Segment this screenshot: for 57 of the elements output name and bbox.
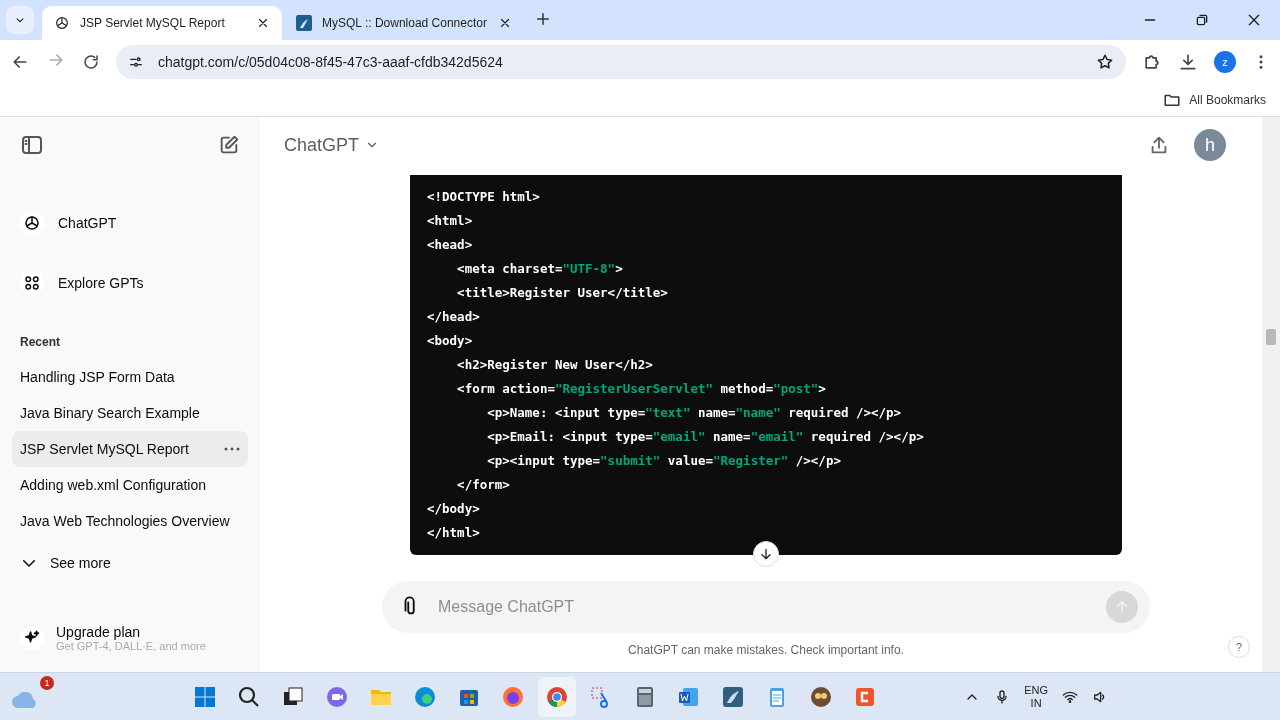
new-tab-icon[interactable] (534, 10, 552, 28)
close-icon[interactable] (498, 16, 512, 30)
message-field[interactable]: Message ChatGPT (436, 597, 1092, 617)
chat-history-item[interactable]: Handling JSP Form Data (12, 359, 248, 395)
code-line: <!DOCTYPE html> (427, 188, 541, 206)
download-icon[interactable] (1178, 52, 1198, 72)
close-icon[interactable] (256, 16, 270, 30)
code-line: </form> (456, 476, 511, 494)
star-icon[interactable] (1096, 53, 1114, 71)
chat-history-item[interactable]: Java Web Technologies Overview (12, 503, 248, 539)
chat-history-item[interactable]: Adding web.xml Configuration (12, 467, 248, 503)
section-heading: Recent (19, 334, 61, 351)
code-line: <head> (427, 236, 474, 254)
model-selector[interactable]: ChatGPT (284, 134, 380, 156)
browser-tab[interactable]: MySQL :: Download Connector (284, 6, 524, 40)
code-line: <body> (427, 332, 474, 350)
scroll-down-button[interactable] (753, 541, 779, 567)
new-chat-icon[interactable] (218, 134, 240, 156)
bookmarks-link[interactable]: All Bookmarks (1189, 93, 1266, 107)
code-line: <p><input type="submit" value="Register" /></p> (486, 452, 842, 470)
arrow-down-icon (758, 546, 774, 562)
more-icon[interactable] (224, 447, 240, 451)
code-line: </head> (427, 308, 481, 326)
disclaimer-text: ChatGPT can make mistakes. Check important info. (628, 643, 904, 657)
grid-icon (23, 274, 41, 292)
puzzle-icon[interactable] (1142, 52, 1162, 72)
chrome-icon (545, 684, 569, 709)
sidebar-toggle-icon[interactable] (20, 133, 44, 157)
sidebar-link[interactable]: Explore GPTs (58, 275, 144, 291)
windows-icon (193, 684, 217, 709)
code-line: </html> (427, 524, 481, 542)
address-bar[interactable]: chatgpt.com/c/05d04c08-8f45-47c3-aaaf-cfdb342d5624 (116, 45, 1126, 79)
code-line: <p>Email: <input type="email" name="email" required /></p> (486, 428, 925, 446)
upgrade-subtitle: Get GPT-4, DALL·E, and more (56, 640, 206, 652)
chat-history-item[interactable]: Java Binary Search Example (12, 395, 248, 431)
notification-badge: 1 (40, 675, 54, 690)
reload-icon[interactable] (82, 53, 100, 71)
code-line: <form action="RegisterUserServlet" method="post"> (456, 380, 827, 398)
sidebar-link[interactable]: ChatGPT (58, 215, 117, 231)
see-more-link[interactable]: See more (50, 555, 111, 571)
close-icon[interactable] (1246, 12, 1262, 28)
message-box[interactable]: Message ChatGPT (382, 581, 1150, 633)
code-line: <p>Name: <input type="text" name="name" required /></p> (486, 404, 903, 422)
profile-avatar[interactable]: z (1214, 51, 1236, 73)
code-line: <html> (427, 212, 474, 230)
search-icon (237, 684, 261, 709)
language-indicator[interactable]: ENG IN (1024, 683, 1048, 710)
scrollbar[interactable] (1262, 117, 1280, 672)
upgrade-title[interactable]: Upgrade plan (56, 624, 206, 640)
chat-history-item[interactable]: JSP Servlet MySQL Report (12, 431, 248, 467)
browser-tab[interactable]: JSP Servlet MySQL Report (42, 6, 282, 40)
code-line: </body> (427, 500, 481, 518)
code-line: <meta charset="UTF-8"> (456, 260, 624, 278)
user-avatar[interactable]: h (1194, 129, 1226, 161)
code-line: <h2>Register New User</h2> (456, 356, 654, 374)
restore-icon[interactable] (1194, 12, 1210, 28)
code-line: <title>Register User</title> (456, 284, 669, 302)
